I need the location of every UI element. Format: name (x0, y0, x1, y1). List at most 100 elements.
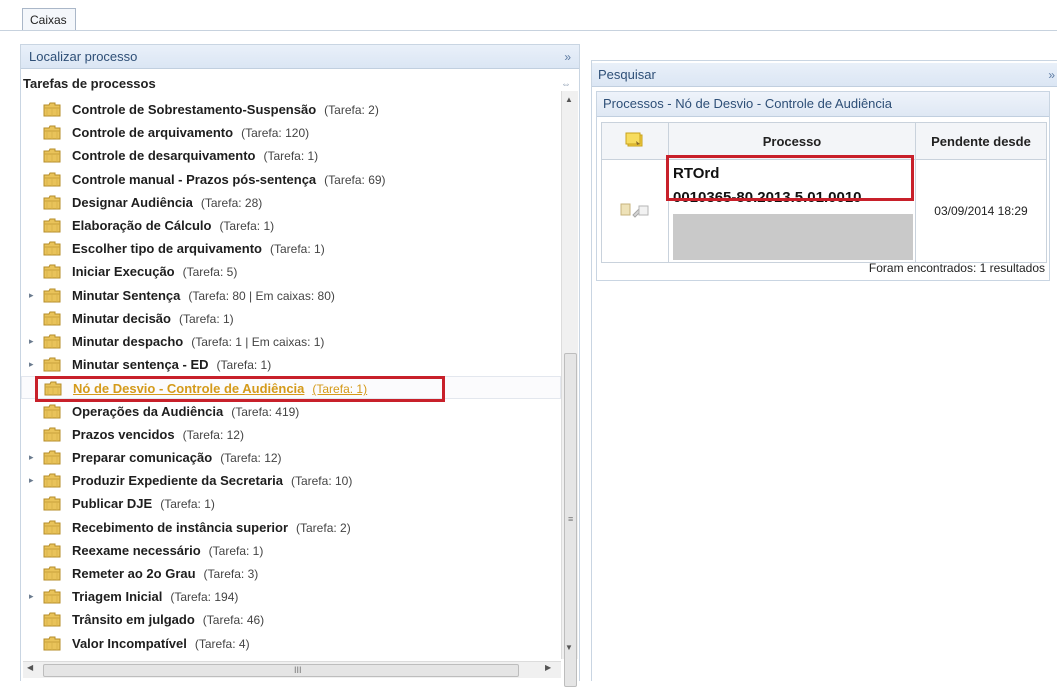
tree-item-title[interactable]: Recebimento de instância superior (72, 520, 288, 535)
vertical-scroll-thumb[interactable]: ≡ (564, 353, 577, 687)
tree-item-label[interactable]: Remeter ao 2o Grau (Tarefa: 3) (72, 562, 258, 586)
tree-item-label[interactable]: Minutar Sentença (Tarefa: 80 | Em caixas:… (72, 284, 335, 308)
tree-item-label[interactable]: Minutar decisão (Tarefa: 1) (72, 307, 234, 331)
expand-arrow-icon[interactable]: ▸ (29, 585, 39, 608)
tree-item-title[interactable]: Triagem Inicial (72, 589, 162, 604)
tree-item-title[interactable]: Valor Incompatível (72, 636, 187, 651)
scroll-down-icon[interactable]: ▼ (565, 643, 573, 652)
tree-item[interactable]: ▸ Minutar sentença - ED (Tarefa: 1) (21, 353, 561, 376)
expand-arrow-icon[interactable]: ▸ (29, 469, 39, 492)
column-processo[interactable]: Processo (668, 122, 916, 160)
tree-item-title[interactable]: Controle de Sobrestamento-Suspensão (72, 102, 316, 117)
tree-item-title[interactable]: Trânsito em julgado (72, 612, 195, 627)
tree-item-label[interactable]: Minutar despacho (Tarefa: 1 | Em caixas: … (72, 330, 324, 354)
tree-item-label[interactable]: Operações da Audiência (Tarefa: 419) (72, 400, 299, 424)
tree-item[interactable]: Minutar decisão (Tarefa: 1) (21, 307, 561, 330)
tree-item-title[interactable]: Controle de desarquivamento (72, 148, 255, 163)
tab-caixas[interactable]: Caixas (22, 8, 76, 30)
tree-item[interactable]: ▸ Minutar despacho (Tarefa: 1 | Em caixas:… (21, 330, 561, 353)
tree-item[interactable]: ▸ Triagem Inicial (Tarefa: 194) (21, 585, 561, 608)
tree-item-label[interactable]: Designar Audiência (Tarefa: 28) (72, 191, 262, 215)
localizar-processo-header[interactable]: Localizar processo » (21, 45, 579, 69)
tree-item-title[interactable]: Minutar Sentença (72, 288, 180, 303)
tree-item[interactable]: Valor Incompatível (Tarefa: 4) (21, 632, 561, 655)
tree-item[interactable]: Reexame necessário (Tarefa: 1) (21, 539, 561, 562)
expand-arrow-icon[interactable]: ▸ (29, 284, 39, 307)
scroll-right-icon[interactable]: ▶ (545, 663, 551, 672)
tree-item[interactable]: Controle manual - Prazos pós-sentença (Ta… (21, 168, 561, 191)
column-pendente-desde[interactable]: Pendente desde (915, 122, 1047, 160)
tree-item-title[interactable]: Prazos vencidos (72, 427, 175, 442)
tree-item[interactable]: ▸ Minutar Sentença (Tarefa: 80 | Em caixas… (21, 284, 561, 307)
tree-item-title[interactable]: Minutar despacho (72, 334, 183, 349)
tree-item[interactable]: Remeter ao 2o Grau (Tarefa: 3) (21, 562, 561, 585)
expand-arrow-icon[interactable]: ▸ (29, 353, 39, 376)
tree-item-label[interactable]: Trânsito em julgado (Tarefa: 46) (72, 608, 264, 632)
vertical-scrollbar[interactable]: ▲ ≡ ▼ (561, 91, 578, 687)
tree-item-title[interactable]: Minutar sentença - ED (72, 357, 209, 372)
tree-item[interactable]: Operações da Audiência (Tarefa: 419) (21, 400, 561, 423)
tree-item-title[interactable]: Publicar DJE (72, 496, 152, 511)
folder-icon (43, 450, 61, 465)
pesquisar-header[interactable]: Pesquisar » (592, 63, 1057, 87)
tree-item-title[interactable]: Produzir Expediente da Secretaria (72, 473, 283, 488)
tree-item[interactable]: Recebimento de instância superior (Tarefa… (21, 516, 561, 539)
tree-item-label[interactable]: Escolher tipo de arquivamento (Tarefa: 1) (72, 237, 325, 261)
tree-item[interactable]: Elaboração de Cálculo (Tarefa: 1) (21, 214, 561, 237)
tree-item-label[interactable]: Iniciar Execução (Tarefa: 5) (72, 260, 237, 284)
tree-item-label[interactable]: Produzir Expediente da Secretaria (Tarefa… (72, 469, 352, 493)
tree-item-title[interactable]: Controle de arquivamento (72, 125, 233, 140)
tree-item[interactable]: Controle de desarquivamento (Tarefa: 1) (21, 144, 561, 167)
folder-icon (43, 520, 61, 535)
collapse-icon[interactable]: » (564, 45, 571, 69)
tree-item-count: (Tarefa: 1 | Em caixas: 1) (191, 335, 325, 349)
expand-arrow-icon[interactable]: ▸ (29, 446, 39, 469)
folder-icon (43, 148, 61, 163)
tree-item-title[interactable]: Minutar decisão (72, 311, 171, 326)
tree-item-label[interactable]: Controle de arquivamento (Tarefa: 120) (72, 121, 309, 145)
tree-item-count: (Tarefa: 69) (324, 172, 386, 187)
tree-item-title[interactable]: Designar Audiência (72, 195, 193, 210)
tree-item[interactable]: Trânsito em julgado (Tarefa: 46) (21, 608, 561, 631)
tree-item-title[interactable]: Iniciar Execução (72, 264, 175, 279)
horizontal-scroll-thumb[interactable]: III (43, 664, 519, 677)
tree-item-label[interactable]: Recebimento de instância superior (Tarefa… (72, 516, 351, 540)
tree-item-label[interactable]: Controle de desarquivamento (Tarefa: 1) (72, 144, 318, 168)
tree-item-label[interactable]: Elaboração de Cálculo (Tarefa: 1) (72, 214, 274, 238)
edit-icon[interactable] (620, 202, 650, 218)
tree-options-icon[interactable]: ⇔ (561, 79, 571, 90)
tree-item[interactable]: Controle de Sobrestamento-Suspensão (Tare… (21, 98, 561, 121)
tree-item-title[interactable]: Remeter ao 2o Grau (72, 566, 196, 581)
tree-item[interactable]: ▸ Preparar comunicação (Tarefa: 12) (21, 446, 561, 469)
tree-item-title[interactable]: Escolher tipo de arquivamento (72, 241, 262, 256)
horizontal-scrollbar[interactable]: ◀ III ▶ (23, 661, 561, 678)
tree-item-label[interactable]: Minutar sentença - ED (Tarefa: 1) (72, 353, 271, 377)
tree-item[interactable]: Prazos vencidos (Tarefa: 12) (21, 423, 561, 446)
tree-item[interactable]: Iniciar Execução (Tarefa: 5) (21, 260, 561, 283)
tree-item-label[interactable]: Controle de Sobrestamento-Suspensão (Tare… (72, 98, 379, 122)
column-icon-header[interactable] (601, 122, 669, 160)
tree-item[interactable]: Controle de arquivamento (Tarefa: 120) (21, 121, 561, 144)
tree-item-label[interactable]: Triagem Inicial (Tarefa: 194) (72, 585, 238, 609)
tree-item-label[interactable]: Publicar DJE (Tarefa: 1) (72, 492, 215, 516)
tree-item-label[interactable]: Controle manual - Prazos pós-sentença (Ta… (72, 168, 386, 192)
tree-item-title[interactable]: Preparar comunicação (72, 450, 212, 465)
tree-item-label[interactable]: Preparar comunicação (Tarefa: 12) (72, 446, 282, 470)
collapse-icon[interactable]: » (1048, 63, 1055, 87)
tree-item-label[interactable]: Reexame necessário (Tarefa: 1) (72, 539, 263, 563)
tree-item-title[interactable]: Operações da Audiência (72, 404, 223, 419)
tree-item-title[interactable]: Controle manual - Prazos pós-sentença (72, 172, 316, 187)
tree-item[interactable]: ▸ Produzir Expediente da Secretaria (Taref… (21, 469, 561, 492)
scroll-up-icon[interactable]: ▲ (565, 95, 573, 104)
tree-item[interactable]: Escolher tipo de arquivamento (Tarefa: 1) (21, 237, 561, 260)
tree-item-title[interactable]: Elaboração de Cálculo (72, 218, 211, 233)
tree-item-count: (Tarefa: 194) (170, 590, 239, 605)
scroll-left-icon[interactable]: ◀ (27, 663, 33, 672)
tree-item-label[interactable]: Prazos vencidos (Tarefa: 12) (72, 423, 244, 447)
tree-item-count: (Tarefa: 10) (290, 474, 353, 489)
expand-arrow-icon[interactable]: ▸ (29, 330, 39, 353)
tree-item[interactable]: Publicar DJE (Tarefa: 1) (21, 492, 561, 515)
tree-item-label[interactable]: Valor Incompatível (Tarefa: 4) (72, 632, 250, 656)
tree-item[interactable]: Designar Audiência (Tarefa: 28) (21, 191, 561, 214)
tree-item-title[interactable]: Reexame necessário (72, 543, 201, 558)
